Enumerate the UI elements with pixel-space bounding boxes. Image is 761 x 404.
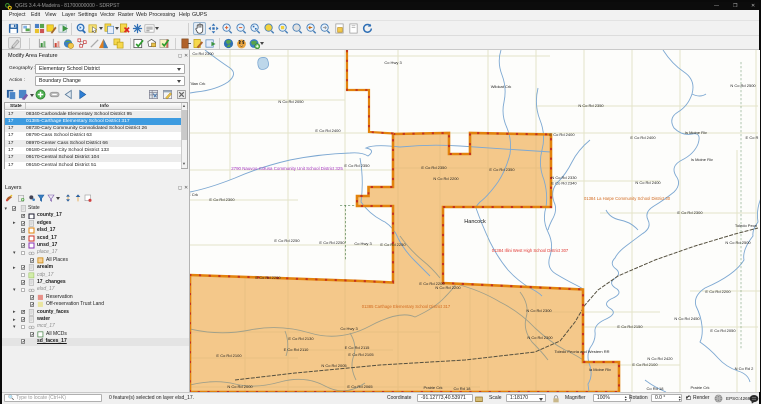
svg-text:N Co Rd 2: N Co Rd 2 xyxy=(735,366,754,371)
svg-text:E Co Rd 2400: E Co Rd 2400 xyxy=(549,132,575,137)
svg-text:01384 Illini West High School: 01384 Illini West High School District 3… xyxy=(492,248,569,253)
svg-text:N Co Rd 2005: N Co Rd 2005 xyxy=(321,363,347,368)
svg-text:E Co Rd 2350: E Co Rd 2350 xyxy=(421,165,447,170)
svg-text:E Co Rd 2105: E Co Rd 2105 xyxy=(348,352,374,357)
svg-text:N Co Rd 2420: N Co Rd 2420 xyxy=(647,356,673,361)
svg-text:E Co Rd 2150: E Co Rd 2150 xyxy=(617,324,643,329)
svg-text:la Moine Riv: la Moine Riv xyxy=(589,367,611,372)
svg-text:Toledo Peori: Toledo Peori xyxy=(735,223,757,228)
svg-text:Co Hwy 3: Co Hwy 3 xyxy=(384,60,402,65)
svg-text:Hancock: Hancock xyxy=(464,219,486,225)
svg-text:E Co Rd 2350: E Co Rd 2350 xyxy=(344,163,370,168)
svg-text:ls Moine Riv: ls Moine Riv xyxy=(685,130,707,135)
svg-text:E Co Rd 2115: E Co Rd 2115 xyxy=(345,345,371,350)
svg-text:E Co Rd 2200: E Co Rd 2200 xyxy=(255,275,281,280)
svg-text:N Co Rd 2000: N Co Rd 2000 xyxy=(227,384,253,389)
svg-text:Wildcat Crk: Wildcat Crk xyxy=(491,84,511,89)
svg-text:E Co Rd 2400: E Co Rd 2400 xyxy=(315,128,341,133)
svg-text:E Co Rd 2110: E Co Rd 2110 xyxy=(284,347,310,352)
svg-text:01385 Carthage Elementary Scho: 01385 Carthage Elementary School Distric… xyxy=(362,304,451,309)
svg-text:N Co Rd 2500: N Co Rd 2500 xyxy=(725,240,751,245)
svg-text:E Co Rd 2300: E Co Rd 2300 xyxy=(209,197,235,202)
svg-text:E Co R: E Co R xyxy=(746,135,759,140)
svg-text:E Co Rd 2350: E Co Rd 2350 xyxy=(489,167,515,172)
svg-text:E Co Rd 2050: E Co Rd 2050 xyxy=(710,328,736,333)
svg-text:E Co Rd 2100: E Co Rd 2100 xyxy=(216,353,242,358)
svg-text:N Co Rd 2330: N Co Rd 2330 xyxy=(551,175,577,180)
svg-text:Prairie Crk: Prairie Crk xyxy=(691,385,710,390)
svg-text:N Co Rd 2350: N Co Rd 2350 xyxy=(578,103,604,108)
svg-text:N Co Rd 2200: N Co Rd 2200 xyxy=(433,176,459,181)
svg-text:2790 Nauvoo-Colusa Community U: 2790 Nauvoo-Colusa Community Unit School… xyxy=(231,166,343,171)
svg-text:Toledo Peoria and Western RR: Toledo Peoria and Western RR xyxy=(554,349,609,354)
svg-text:E Co Rd 2130: E Co Rd 2130 xyxy=(288,336,314,341)
svg-text:Co Hwy 3: Co Hwy 3 xyxy=(354,241,372,246)
svg-text:N Co Rd 2300: N Co Rd 2300 xyxy=(527,335,553,340)
svg-text:N Co Rd 2450: N Co Rd 2450 xyxy=(674,316,700,321)
svg-text:N Co Rd 2300: N Co Rd 2300 xyxy=(526,308,552,313)
svg-text:N Co Rd 2500: N Co Rd 2500 xyxy=(730,83,756,88)
svg-text:ls Moine Riv: ls Moine Riv xyxy=(691,157,713,162)
svg-text:Co Rd 2300: Co Rd 2300 xyxy=(192,51,214,56)
svg-text:01384 La Harpe Community Schoo: 01384 La Harpe Community School District… xyxy=(584,196,671,201)
svg-text:E Crk: E Crk xyxy=(190,192,198,197)
svg-text:Co Rd 18: Co Rd 18 xyxy=(454,386,472,391)
svg-text:N Co Rd 2200: N Co Rd 2200 xyxy=(435,285,461,290)
svg-text:E Co Rd 2200: E Co Rd 2200 xyxy=(705,289,731,294)
svg-text:E Co Rd 2250: E Co Rd 2250 xyxy=(319,240,345,245)
svg-text:E Co Rd 2250: E Co Rd 2250 xyxy=(380,242,406,247)
svg-text:Co Hwy 3: Co Hwy 3 xyxy=(340,326,358,331)
svg-text:E Co Rd 2100: E Co Rd 2100 xyxy=(632,362,658,367)
svg-text:Tillan Crk: Tillan Crk xyxy=(190,81,205,86)
svg-text:E Co Rd 2300: E Co Rd 2300 xyxy=(677,210,703,215)
svg-text:Co Rd 18: Co Rd 18 xyxy=(647,386,665,391)
svg-text:Prairie Crk: Prairie Crk xyxy=(424,385,443,390)
svg-text:N Co Rd 2400: N Co Rd 2400 xyxy=(635,180,661,185)
svg-text:E Co Rd 2340: E Co Rd 2340 xyxy=(551,181,577,186)
svg-text:E Co Rd 2065: E Co Rd 2065 xyxy=(347,384,373,389)
svg-text:N Co Rd 2050: N Co Rd 2050 xyxy=(278,99,304,104)
svg-text:E Co Rd 2400: E Co Rd 2400 xyxy=(630,135,656,140)
svg-text:E Co Rd 2250: E Co Rd 2250 xyxy=(274,238,300,243)
